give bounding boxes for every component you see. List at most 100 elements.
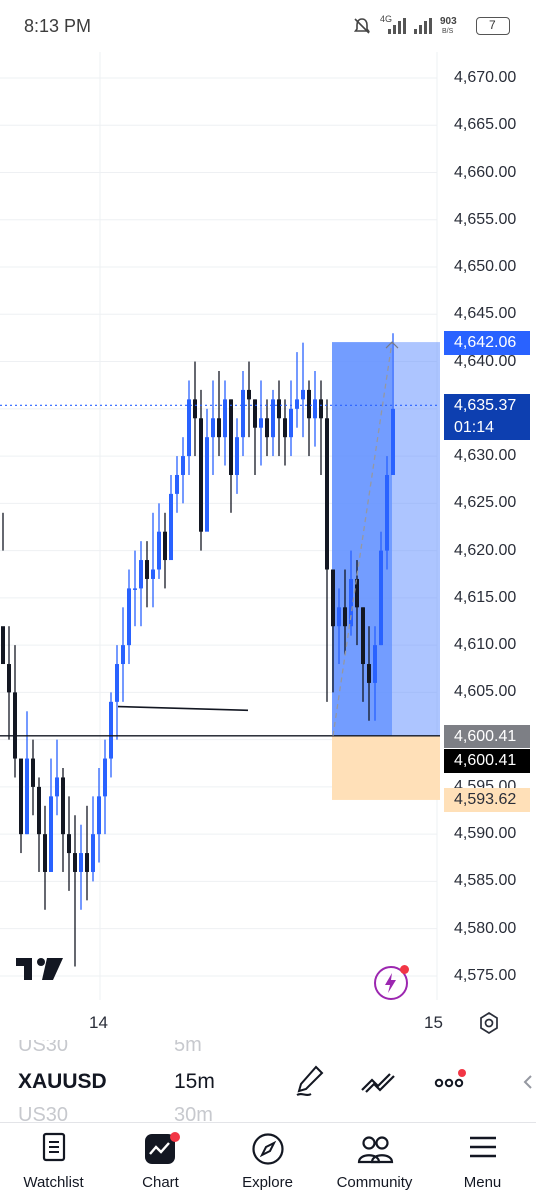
price-axis-label: 4,625.00: [454, 494, 517, 512]
candle-body: [55, 777, 59, 797]
candle-body: [199, 418, 203, 532]
candle-body: [289, 408, 293, 438]
candle-body: [79, 853, 83, 872]
price-axis-label: 4,670.00: [454, 69, 517, 86]
nav-menu[interactable]: Menu: [429, 1122, 536, 1199]
time-label-14: 14: [89, 1013, 108, 1032]
nav-watchlist[interactable]: Watchlist: [0, 1122, 107, 1199]
candle-body: [85, 853, 89, 872]
more-options-icon[interactable]: [434, 1068, 470, 1094]
candle-body: [151, 569, 155, 579]
nav-community[interactable]: Community: [321, 1122, 428, 1199]
candle-body: [295, 399, 299, 409]
candle-body: [145, 560, 149, 579]
candle-body: [301, 389, 305, 400]
nav-explore[interactable]: Explore: [214, 1122, 321, 1199]
price-axis-label: 4,585.00: [454, 872, 517, 890]
profit-zone-projection: [392, 342, 440, 736]
drawing-tools-icon[interactable]: [294, 1064, 326, 1098]
candle-body: [253, 399, 257, 428]
candle-body: [43, 834, 47, 872]
price-axis-label: 4,655.00: [454, 210, 517, 228]
price-axis-label: 4,620.00: [454, 541, 517, 559]
candle-body: [73, 853, 77, 872]
ghost-interval-above: 5m: [174, 1040, 202, 1056]
chart-icon: [144, 1132, 180, 1164]
candle-body: [379, 550, 383, 646]
candle-body: [7, 664, 11, 693]
candle-body: [193, 399, 197, 419]
price-axis-label: 4,660.00: [454, 163, 517, 181]
candle-body: [337, 607, 341, 627]
candle-body: [217, 418, 221, 438]
current-price: 4,635.37: [454, 397, 517, 414]
candle-body: [331, 569, 335, 627]
price-axis-label: 4,610.00: [454, 636, 517, 654]
candle-body: [391, 408, 395, 475]
candle-body: [139, 560, 143, 589]
entry-price-tag: 4,600.41: [444, 725, 530, 748]
candle-body: [91, 834, 95, 872]
symbol-toolbar: US30 5m XAUUSD 15m US30 30m: [0, 1040, 536, 1122]
nav-chart[interactable]: Chart: [107, 1122, 214, 1199]
scroll-left-icon[interactable]: [522, 1074, 534, 1090]
candle-body: [13, 692, 17, 759]
candle-body: [61, 777, 65, 835]
price-axis-label: 4,645.00: [454, 305, 517, 323]
current-price-tag: 4,635.37 01:14: [444, 394, 530, 440]
symbol-selector[interactable]: XAUUSD: [18, 1070, 107, 1094]
candle-body: [97, 796, 101, 835]
candle-body: [109, 701, 113, 759]
candle-body: [19, 758, 23, 835]
community-icon: [357, 1136, 393, 1164]
compass-icon: [251, 1133, 284, 1165]
interval-selector[interactable]: 15m: [174, 1070, 215, 1094]
candle-body: [241, 389, 245, 438]
candle-body: [343, 607, 347, 627]
price-chart[interactable]: 4,670.00 4,665.00 4,660.00 4,655.00 4,650.00…: [0, 0, 536, 1000]
loss-zone: [332, 735, 440, 800]
candle-body: [187, 399, 191, 457]
candle-body: [163, 531, 167, 561]
nav-community-label: Community: [336, 1174, 413, 1191]
indicators-icon[interactable]: [360, 1068, 398, 1096]
candle-body: [67, 834, 71, 854]
price-axis-label: 4,630.00: [454, 447, 517, 465]
price-axis-label: 4,590.00: [454, 825, 517, 843]
lightning-button[interactable]: [374, 965, 409, 1000]
candle-body: [175, 474, 179, 494]
nav-explore-label: Explore: [242, 1174, 293, 1191]
candle-body: [385, 474, 389, 551]
candle-body: [133, 588, 137, 590]
candle-body: [211, 418, 215, 438]
candle-body: [25, 758, 29, 835]
price-axis-label: 4,605.00: [454, 683, 517, 701]
nav-menu-label: Menu: [463, 1174, 502, 1191]
candle-body: [361, 607, 365, 665]
price-axis-label: 4,665.00: [454, 116, 517, 134]
price-axis-label: 4,580.00: [454, 919, 517, 937]
candle-body: [307, 389, 311, 419]
candle-body: [319, 399, 323, 419]
menu-icon: [469, 1136, 496, 1158]
candle-body: [229, 399, 233, 475]
candle-body: [121, 645, 125, 665]
candle-body: [313, 399, 317, 419]
entry-line-tag: 4,600.41: [444, 749, 530, 773]
candle-body: [181, 456, 185, 475]
ghost-symbol-below: US30: [18, 1104, 69, 1122]
candle-body: [265, 418, 269, 438]
candle-body: [37, 786, 41, 835]
trend-line: [117, 705, 249, 712]
candle-body: [367, 664, 371, 683]
candle-body: [283, 418, 287, 438]
price-axis-label: 4,650.00: [454, 258, 517, 276]
price-axis-label: 4,615.00: [454, 588, 517, 606]
chart-settings-icon[interactable]: [478, 1012, 500, 1034]
ghost-interval-below: 30m: [174, 1104, 213, 1122]
candle-body: [127, 588, 131, 646]
watchlist-icon: [42, 1132, 65, 1162]
tradingview-logo: [16, 958, 63, 980]
candle-body: [247, 389, 251, 400]
notification-dot: [400, 965, 409, 974]
